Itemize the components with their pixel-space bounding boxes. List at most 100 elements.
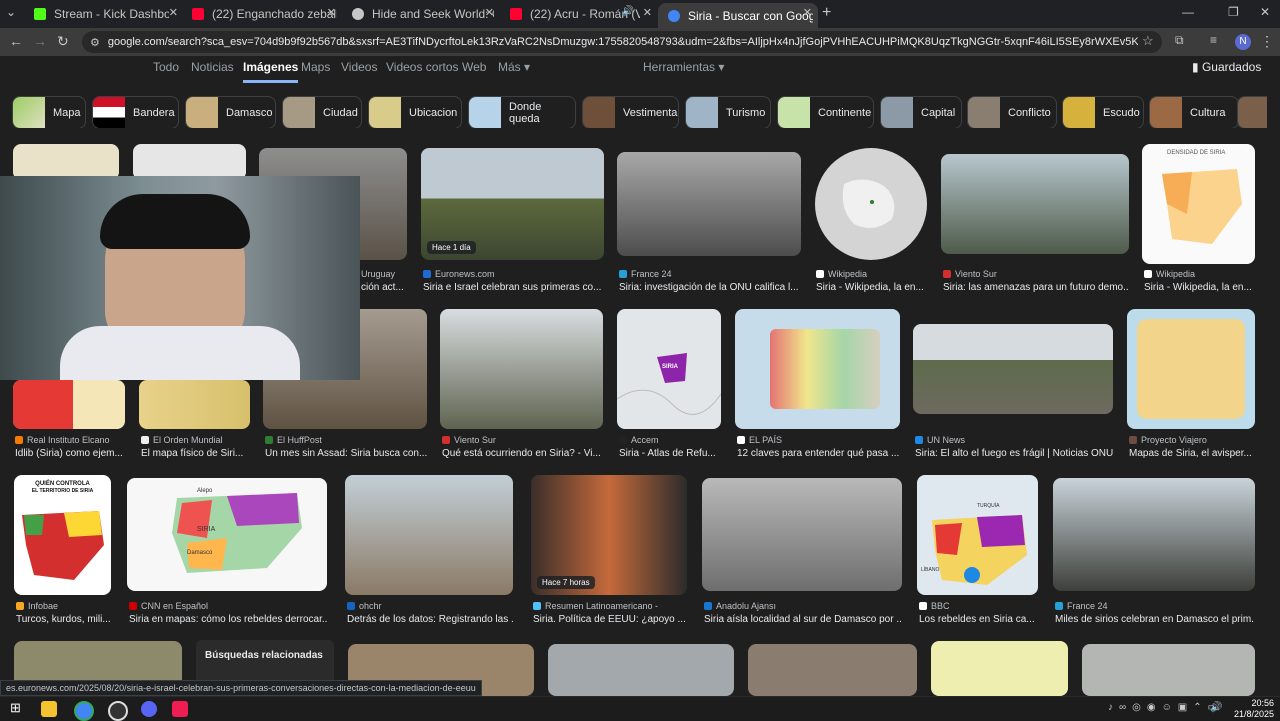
infobae-icon <box>16 602 24 610</box>
tab-web[interactable]: Web <box>462 60 486 74</box>
result-source: Uruguay <box>361 269 395 279</box>
result-source: Anadolu Ajansı <box>704 601 776 611</box>
globe-icon <box>352 8 364 20</box>
address-bar[interactable]: ⚙ google.com/search?sca_esv=704d9b9f92b5… <box>82 31 1162 53</box>
result-source: El Orden Mundial <box>141 435 223 445</box>
obs-icon[interactable] <box>108 701 128 721</box>
elpais-icon <box>737 436 745 444</box>
result-thumbnail <box>735 309 900 429</box>
result-thumbnail <box>748 644 917 696</box>
tab-youtube-acru[interactable]: (22) Acru - Román (Videocli 🔊 ✕ <box>500 3 658 25</box>
result-source: Accem <box>619 435 659 445</box>
result-caption: Siria aísla localidad al sur de Damasco … <box>704 614 902 625</box>
result-source: Viento Sur <box>442 435 496 445</box>
back-icon[interactable]: ← <box>9 33 23 49</box>
streamer-shirt <box>60 326 300 380</box>
close-icon[interactable]: ✕ <box>485 6 494 19</box>
chip-more[interactable] <box>1237 96 1267 128</box>
tab-maps[interactable]: Maps <box>301 60 330 74</box>
close-icon[interactable]: ✕ <box>169 6 178 19</box>
result-source: Viento Sur <box>943 269 997 279</box>
tab-imagenes[interactable]: Imágenes <box>243 60 299 83</box>
source-name: BBC <box>931 601 950 611</box>
saved-button[interactable]: ▮ Guardados <box>1192 60 1261 74</box>
chip-mapa[interactable]: Mapa <box>12 96 86 128</box>
result-caption: Siria: investigación de la ONU califica … <box>619 282 799 293</box>
chip-turismo[interactable]: Turismo <box>685 96 771 128</box>
source-name: Proyecto Viajero <box>1141 435 1207 445</box>
url-text: google.com/search?sca_esv=704d9b9f92b567… <box>107 36 1138 48</box>
tab-mas[interactable]: Más ▾ <box>498 60 530 74</box>
result-caption: Siria - Wikipedia, la en... <box>1144 282 1252 293</box>
tab-videos-cortos[interactable]: Videos cortos <box>386 60 459 74</box>
taskbar-clock[interactable]: 20:56 21/8/2025 <box>1232 698 1274 720</box>
chip-bandera[interactable]: Bandera <box>92 96 179 128</box>
time-badge: Hace 1 día <box>427 241 476 254</box>
close-icon[interactable]: ✕ <box>327 6 336 19</box>
tab-youtube-enganchado[interactable]: (22) Enganchado zeballos - You ✕ <box>182 3 342 25</box>
result-source: El HuffPost <box>265 435 322 445</box>
avatar[interactable]: N <box>1235 34 1251 50</box>
speaker-icon[interactable]: 🔊 <box>622 6 634 17</box>
chip-damasco[interactable]: Damasco <box>185 96 276 128</box>
result-thumbnail <box>1082 644 1255 696</box>
bookmark-star-icon[interactable]: ☆ <box>1142 33 1154 49</box>
tab-search-icon[interactable]: ⌄ <box>6 5 16 19</box>
tab-mas-label: Más <box>498 60 521 74</box>
tab-noticias[interactable]: Noticias <box>191 60 234 74</box>
tab-hide-and-seek[interactable]: Hide and Seek World: Online M ✕ <box>342 3 500 25</box>
map-label-aleppo: Alepo <box>197 488 213 494</box>
discord-icon[interactable] <box>141 701 157 717</box>
result-caption: Detrás de los datos: Registrando las ... <box>347 614 513 625</box>
chip-thumbnail <box>968 97 1000 128</box>
forward-icon[interactable]: → <box>33 33 47 49</box>
tab-kick-dashboard[interactable]: Stream - Kick Dashboard ✕ <box>24 3 184 25</box>
tab-siria-google[interactable]: Siria - Buscar con Google ✕ <box>658 3 818 28</box>
chip-ciudad[interactable]: Ciudad <box>282 96 362 128</box>
media-control-icon[interactable]: ≡ <box>1210 33 1217 47</box>
map-region <box>770 329 880 409</box>
anadolu-icon <box>704 602 712 610</box>
status-bar-url: es.euronews.com/2025/08/20/siria-e-israe… <box>0 680 482 696</box>
result-caption: Los rebeldes en Siria ca... <box>919 614 1035 625</box>
extensions-icon[interactable]: ⧉ <box>1175 33 1184 48</box>
result-thumbnail <box>548 644 734 696</box>
chrome-icon[interactable] <box>74 701 94 721</box>
chip-thumbnail <box>1150 97 1182 128</box>
tools-button[interactable]: Herramientas ▾ <box>643 60 724 74</box>
map-label-damasco: Damasco <box>187 550 213 556</box>
result-source: Euronews.com <box>423 269 495 279</box>
tab-videos[interactable]: Videos <box>341 60 377 74</box>
system-tray-icons[interactable]: ♪∞◎◉☺▣⌃▭ <box>1108 702 1223 713</box>
close-icon[interactable]: ✕ <box>643 6 652 19</box>
new-tab-button[interactable]: + <box>822 4 831 22</box>
chip-capital[interactable]: Capital <box>880 96 962 128</box>
google-icon <box>668 9 680 22</box>
site-settings-icon[interactable]: ⚙ <box>90 36 100 49</box>
tab-todo[interactable]: Todo <box>153 60 179 74</box>
source-name: UN News <box>927 435 966 445</box>
result-caption: Siria - Wikipedia, la en... <box>816 282 924 293</box>
result-thumbnail: QUIÉN CONTROLA EL TERRITORIO DE SIRIA <box>14 475 111 595</box>
chip-donde-queda[interactable]: Donde queda <box>468 96 576 128</box>
windows-start-icon[interactable]: ⊞ <box>10 700 21 716</box>
chip-label: Vestimenta <box>623 106 678 119</box>
volume-icon[interactable]: 🔊 <box>1210 702 1222 713</box>
chip-conflicto[interactable]: Conflicto <box>967 96 1057 128</box>
vientosur-icon <box>943 270 951 278</box>
reload-icon[interactable]: ↻ <box>57 33 69 50</box>
chip-ubicacion[interactable]: Ubicacion <box>368 96 462 128</box>
window-close-icon[interactable]: ✕ <box>1260 5 1270 19</box>
chip-vestimenta[interactable]: Vestimenta <box>582 96 679 128</box>
close-icon[interactable]: ✕ <box>803 6 812 19</box>
restore-icon[interactable]: ❐ <box>1228 5 1239 19</box>
tiktok-icon[interactable] <box>172 701 188 717</box>
file-explorer-icon[interactable] <box>41 701 57 717</box>
source-name: France 24 <box>631 269 672 279</box>
chip-cultura[interactable]: Cultura <box>1149 96 1239 128</box>
chip-escudo[interactable]: Escudo <box>1062 96 1144 128</box>
source-name: CNN en Español <box>141 601 209 611</box>
minimize-icon[interactable]: — <box>1182 5 1194 19</box>
chip-continente[interactable]: Continente <box>777 96 874 128</box>
menu-kebab-icon[interactable]: ⋮ <box>1260 33 1274 50</box>
